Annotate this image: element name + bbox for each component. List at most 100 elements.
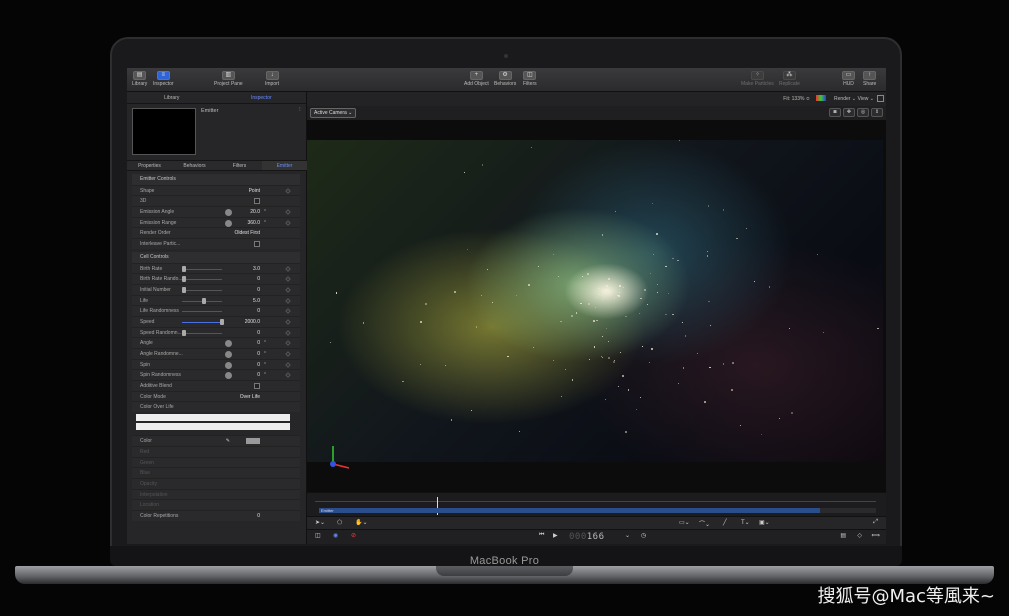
color-repetitions-value[interactable]: 0 bbox=[257, 511, 260, 522]
keyframe-icon[interactable] bbox=[285, 319, 291, 325]
shape-tool-icon[interactable]: ⬠ bbox=[337, 519, 342, 526]
color-gradient[interactable] bbox=[136, 423, 290, 431]
particle-spark bbox=[627, 389, 630, 391]
slider[interactable] bbox=[182, 289, 222, 291]
particle-spark bbox=[335, 292, 337, 294]
render-popup[interactable]: Render ⌄ bbox=[834, 96, 856, 102]
mask-tool-icon[interactable]: ▣⌄ bbox=[759, 519, 770, 526]
keyframe-icon[interactable] bbox=[285, 187, 291, 194]
record-icon[interactable]: ◉ bbox=[333, 532, 338, 539]
emitter-controls-header[interactable]: Emitter Controls bbox=[132, 174, 300, 185]
dial-icon[interactable] bbox=[225, 361, 232, 369]
dial-icon[interactable] bbox=[225, 340, 232, 348]
paint-tool-icon[interactable]: ╱ bbox=[723, 519, 727, 526]
project-pane-button[interactable]: ▥ Project Pane bbox=[214, 71, 243, 87]
timecode-menu-icon[interactable]: ⌄ bbox=[625, 532, 630, 539]
dolly-icon[interactable]: ⇕ bbox=[871, 108, 883, 117]
keyframe-icon[interactable] bbox=[285, 219, 291, 226]
particle-spark bbox=[732, 362, 735, 365]
keyframe-icon[interactable] bbox=[285, 297, 291, 304]
interleave-checkbox[interactable] bbox=[254, 241, 260, 248]
birth-rate-slider[interactable] bbox=[182, 268, 222, 270]
zoom-popup[interactable]: Fit: 133% ≎ bbox=[783, 96, 810, 102]
share-button[interactable]: ↑ Share bbox=[863, 71, 876, 87]
fullscreen-icon[interactable]: ⤢ bbox=[873, 519, 878, 526]
orbit-icon[interactable]: ◎ bbox=[857, 108, 869, 117]
emitter-track[interactable]: Emitter bbox=[319, 508, 820, 513]
dial-icon[interactable] bbox=[225, 209, 232, 217]
slider-thumb[interactable] bbox=[182, 276, 186, 283]
camera-popup[interactable]: Active Camera ⌄ bbox=[310, 108, 357, 118]
axis-gizmo-icon[interactable] bbox=[325, 442, 355, 472]
tab-library[interactable]: Library bbox=[127, 92, 217, 103]
keyframe-icon[interactable] bbox=[285, 329, 291, 336]
keyframe-icon[interactable] bbox=[285, 265, 291, 272]
tab-inspector[interactable]: Inspector bbox=[217, 92, 307, 103]
keyframe-icon[interactable] bbox=[285, 308, 291, 315]
library-button[interactable]: ▤ Library bbox=[132, 71, 147, 87]
keyframe-icon[interactable] bbox=[285, 361, 291, 368]
replicate-button[interactable]: ⁂ Replicate bbox=[779, 71, 800, 87]
timing-icon[interactable]: ◷ bbox=[641, 532, 646, 539]
make-particles-button[interactable]: ⁘ Make Particles bbox=[741, 71, 774, 87]
tab-emitter[interactable]: Emitter bbox=[262, 161, 307, 170]
play-icon[interactable]: ▶ bbox=[553, 532, 558, 539]
inspector-button[interactable]: ≡ Inspector bbox=[153, 71, 174, 87]
slider[interactable] bbox=[182, 311, 222, 313]
additive-blend-checkbox[interactable] bbox=[254, 383, 260, 390]
view-popup[interactable]: View ⌄ bbox=[858, 96, 874, 102]
behaviors-button[interactable]: ⚙ Behaviors bbox=[494, 71, 516, 87]
text-tool-icon[interactable]: T⌄ bbox=[741, 519, 750, 526]
pin-icon[interactable]: ⫶ bbox=[299, 107, 301, 114]
tab-filters[interactable]: Filters bbox=[217, 161, 262, 170]
canvas[interactable] bbox=[307, 120, 886, 492]
channels-icon[interactable] bbox=[816, 95, 826, 101]
slider-thumb[interactable] bbox=[182, 286, 186, 293]
tab-behaviors[interactable]: Behaviors bbox=[172, 161, 217, 170]
bezier-tool-icon[interactable]: ⌒⌄ bbox=[699, 519, 710, 528]
speed-slider[interactable] bbox=[182, 321, 222, 323]
particle-spark bbox=[560, 396, 562, 397]
previous-frame-icon[interactable]: ⏮ bbox=[539, 532, 544, 539]
particle-spark bbox=[656, 291, 659, 294]
filters-button[interactable]: ◫ Filters bbox=[523, 71, 537, 87]
color-well[interactable] bbox=[246, 438, 260, 445]
color-over-life-row[interactable]: Color Over Life bbox=[132, 401, 300, 413]
import-button[interactable]: ↓ Import bbox=[265, 71, 279, 87]
keyframe-icon[interactable] bbox=[285, 351, 291, 357]
rect-mask-icon[interactable]: ▭⌄ bbox=[679, 519, 690, 526]
mini-timeline[interactable]: Emitter bbox=[307, 492, 886, 516]
pan-icon[interactable]: ✥ bbox=[843, 108, 855, 117]
dial-icon[interactable] bbox=[225, 351, 232, 358]
opacity-gradient[interactable] bbox=[136, 414, 290, 422]
object-preview bbox=[132, 108, 196, 155]
keyframe-icon[interactable] bbox=[285, 340, 291, 347]
hand-tool-icon[interactable]: ✋⌄ bbox=[355, 519, 368, 526]
3d-checkbox[interactable] bbox=[254, 198, 260, 205]
keyframe-icon[interactable] bbox=[285, 209, 291, 215]
slider[interactable] bbox=[182, 279, 222, 281]
camera-icon[interactable]: ◙ bbox=[829, 108, 841, 117]
audio-icon[interactable]: ◫ bbox=[315, 532, 321, 539]
slider-thumb[interactable] bbox=[202, 297, 206, 304]
slider-thumb[interactable] bbox=[182, 265, 186, 272]
timecode-display[interactable]: 000166 bbox=[569, 532, 605, 542]
link-icon[interactable]: ⟺ bbox=[871, 532, 880, 539]
film-icon[interactable]: ▤ bbox=[840, 532, 846, 539]
hud-button[interactable]: ▭ HUD bbox=[842, 71, 855, 87]
layout-icon[interactable] bbox=[877, 95, 884, 102]
dial-icon[interactable] bbox=[225, 372, 232, 380]
loop-icon[interactable]: ⊘ bbox=[351, 532, 356, 539]
slider[interactable] bbox=[182, 332, 222, 334]
dial-icon[interactable] bbox=[225, 219, 232, 227]
keyframe-nav-icon[interactable]: ◇ bbox=[857, 532, 862, 539]
select-tool-icon[interactable]: ➤⌄ bbox=[315, 519, 325, 526]
tab-properties[interactable]: Properties bbox=[127, 161, 172, 170]
slider-thumb[interactable] bbox=[220, 318, 224, 325]
keyframe-icon[interactable] bbox=[285, 372, 291, 379]
slider-thumb[interactable] bbox=[182, 329, 186, 336]
cell-controls-header[interactable]: Cell Controls bbox=[132, 251, 300, 263]
keyframe-icon[interactable] bbox=[285, 276, 291, 283]
add-object-button[interactable]: + Add Object bbox=[464, 71, 489, 87]
keyframe-icon[interactable] bbox=[285, 287, 291, 293]
